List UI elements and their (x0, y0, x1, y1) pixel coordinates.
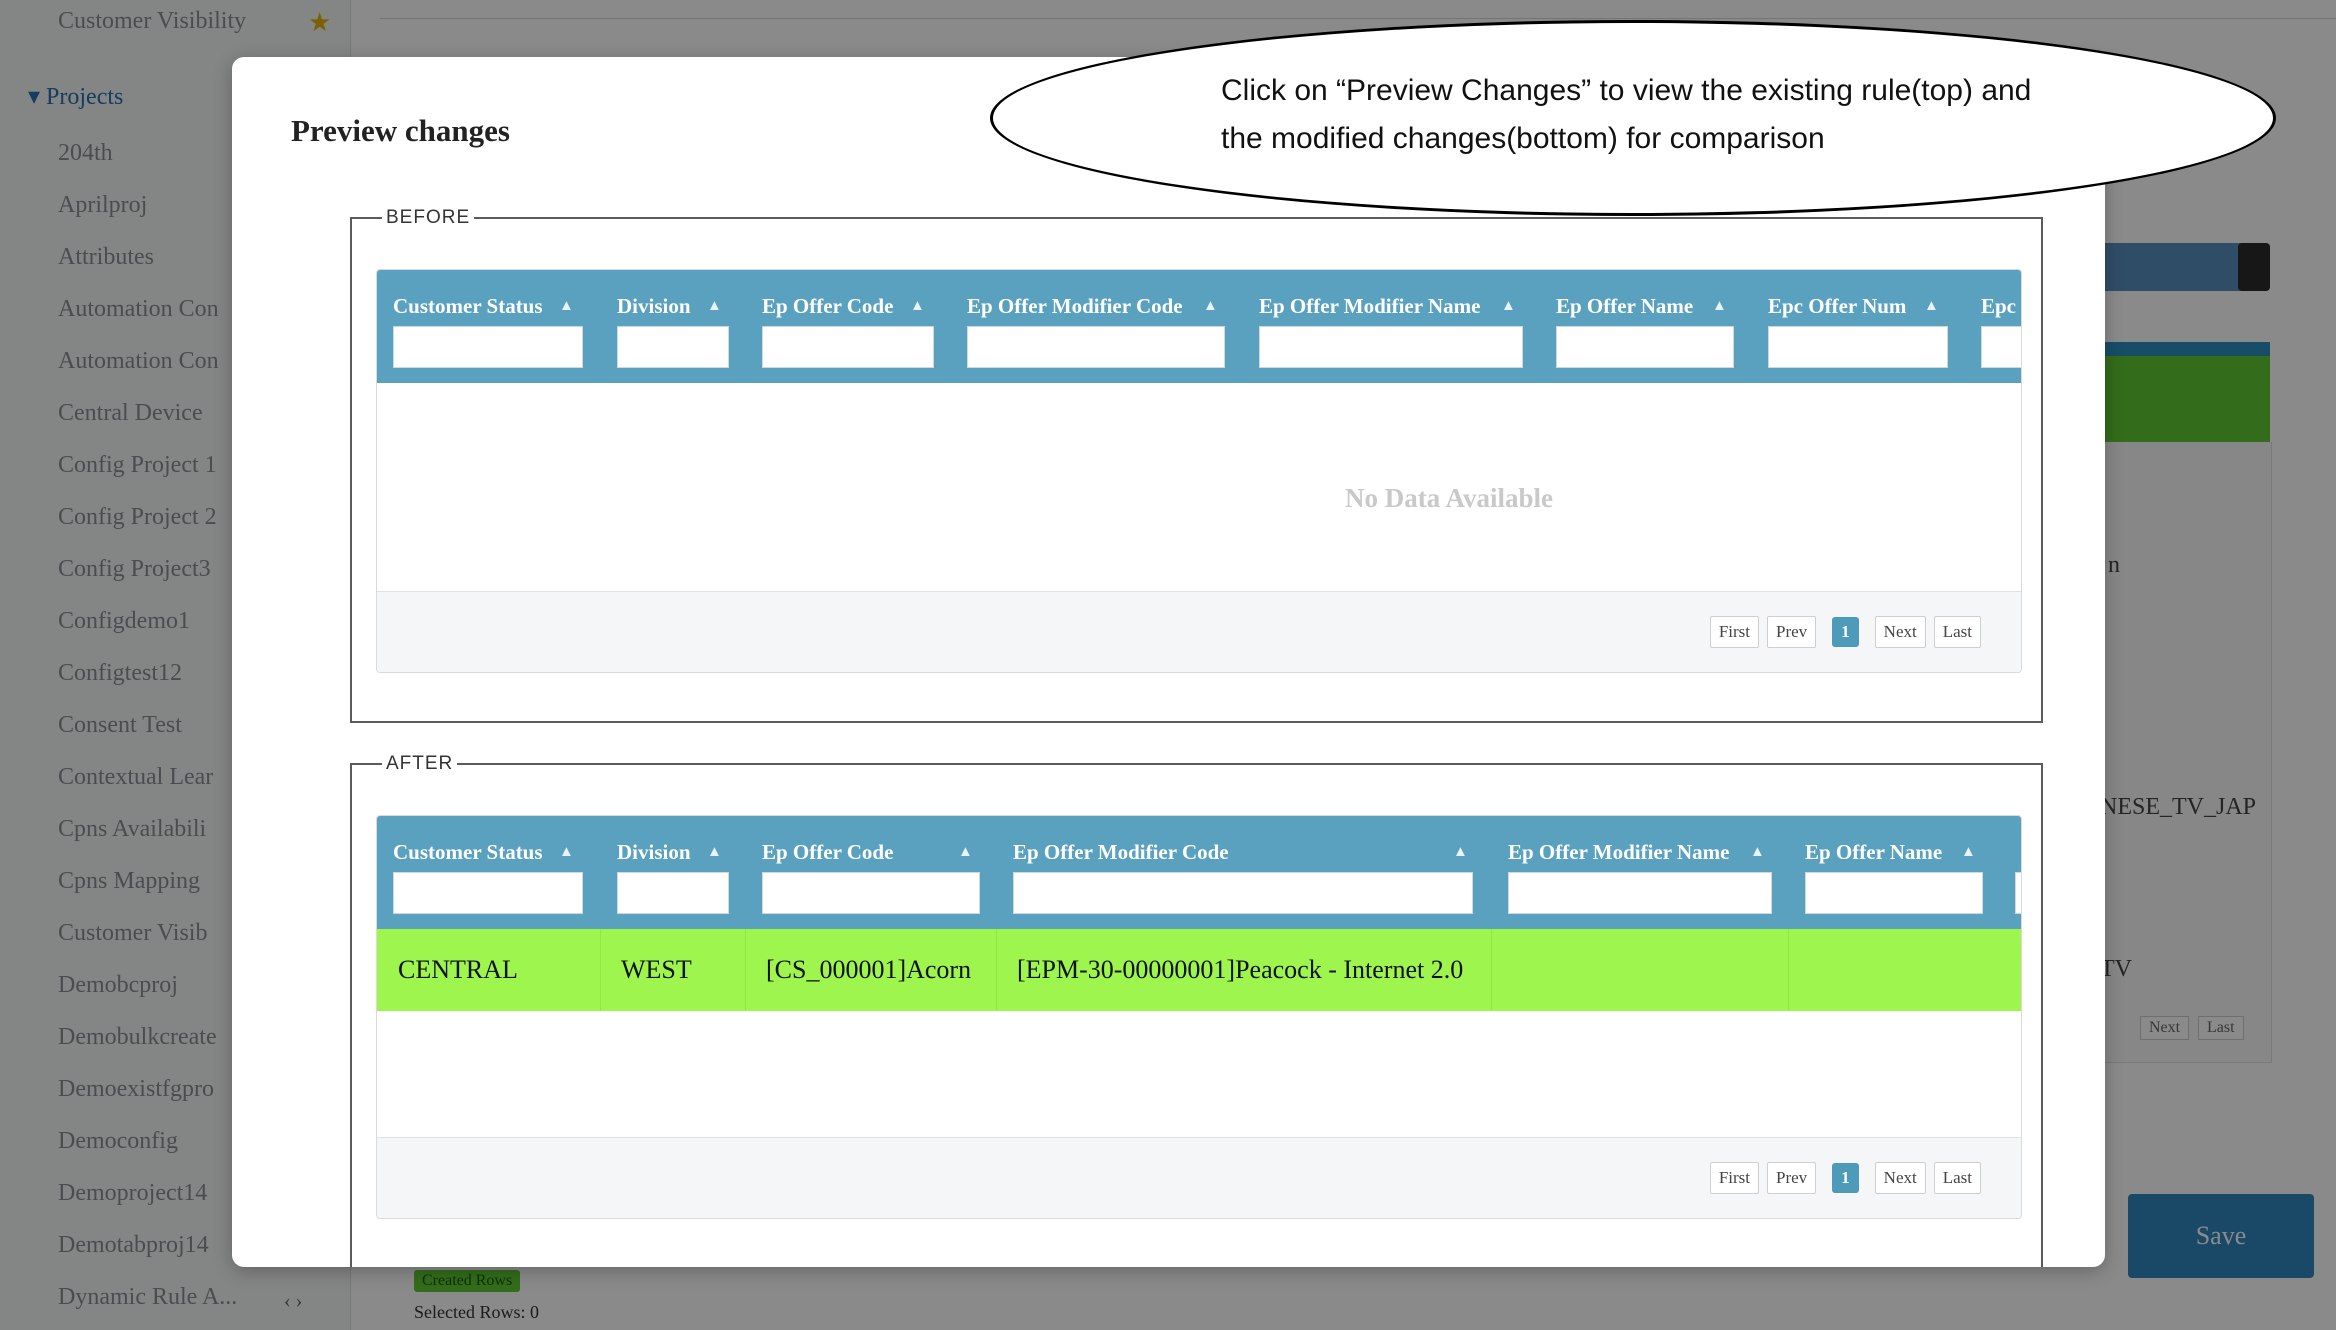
cell-ep-offer-code: [CS_000001]Acorn (746, 929, 997, 1011)
filter-input-ep-offer-code[interactable] (762, 872, 980, 914)
cell-ep-offer-modifier-code: [EPM-30-00000001]Peacock - Internet 2.0 (997, 929, 1492, 1011)
column-label: Division (617, 840, 691, 864)
sort-asc-icon[interactable]: ▲ (910, 294, 925, 319)
filter-input-next-column[interactable] (2015, 872, 2021, 914)
after-grid: Customer Status ▲ Division ▲ Ep Offer Co… (376, 815, 2022, 1219)
cell-ep-offer-modifier-name (1492, 929, 1789, 1011)
sort-asc-icon[interactable]: ▲ (1712, 294, 1727, 319)
column-label: Ep Offer Code (762, 294, 894, 318)
annotation-line: Click on “Preview Changes” to view the e… (1221, 74, 2032, 107)
filter-input-ep-offer-name[interactable] (1805, 872, 1983, 914)
cell-customer-status: CENTRAL (377, 929, 601, 1011)
after-section: AFTER Customer Status ▲ Division ▲ Ep Of… (350, 753, 2043, 1267)
column-customer-status[interactable]: Customer Status ▲ (393, 816, 583, 929)
cell-division: WEST (601, 929, 746, 1011)
before-legend: BEFORE (386, 207, 471, 228)
before-grid-footer: First Prev 1 Next Last (377, 591, 2021, 672)
sort-asc-icon[interactable]: ▲ (707, 294, 722, 319)
column-ep-offer-modifier-name[interactable]: Ep Offer Modifier Name ▲ (1259, 270, 1523, 383)
column-label: Customer Status (393, 840, 543, 864)
annotation-text: Click on “Preview Changes” to view the e… (1221, 67, 2121, 163)
pager-first-button[interactable]: First (1709, 616, 1759, 648)
column-label: Epc Offer Num (1768, 294, 1907, 318)
after-grid-footer: First Prev 1 Next Last (377, 1137, 2021, 1218)
filter-input-ep-offer-modifier-name[interactable] (1259, 326, 1523, 368)
after-grid-header: Customer Status ▲ Division ▲ Ep Offer Co… (377, 816, 2021, 929)
filter-input-ep-offer-modifier-code[interactable] (967, 326, 1225, 368)
sort-asc-icon[interactable]: ▲ (707, 840, 722, 865)
before-pagination: First Prev 1 Next Last (1702, 615, 1981, 649)
column-ep-offer-modifier-code[interactable]: Ep Offer Modifier Code ▲ (967, 270, 1225, 383)
column-label: Ep Offer Name (1805, 840, 1943, 864)
sort-asc-icon[interactable]: ▲ (1203, 294, 1218, 319)
column-ep-offer-code[interactable]: Ep Offer Code ▲ (762, 816, 980, 929)
pager-first-button[interactable]: First (1709, 1162, 1759, 1194)
pager-last-button[interactable]: Last (1933, 1162, 1981, 1194)
column-ep-offer-name[interactable]: Ep Offer Name ▲ (1805, 816, 1983, 929)
sort-asc-icon[interactable]: ▲ (1961, 840, 1976, 865)
before-grid-header: Customer Status ▲ Division ▲ Ep Offer Co… (377, 270, 2021, 383)
column-ep-offer-name[interactable]: Ep Offer Name ▲ (1556, 270, 1734, 383)
column-label: Customer Status (393, 294, 543, 318)
column-label: Epc (1981, 294, 2017, 318)
before-grid: Customer Status ▲ Division ▲ Ep Offer Co… (376, 269, 2022, 673)
pager-page-1[interactable]: 1 (1832, 617, 1859, 647)
sort-asc-icon[interactable]: ▲ (1501, 294, 1516, 319)
filter-input-ep-offer-modifier-code[interactable] (1013, 872, 1473, 914)
table-row[interactable]: CENTRAL WEST [CS_000001]Acorn [EPM-30-00… (377, 929, 2021, 1011)
filter-input-ep-offer-code[interactable] (762, 326, 934, 368)
after-grid-body: CENTRAL WEST [CS_000001]Acorn [EPM-30-00… (377, 929, 2021, 1137)
cell-ep-offer-name (1789, 929, 2021, 1011)
filter-input-epc-offer-num[interactable] (1768, 326, 1948, 368)
column-label: Ep Offer Modifier Name (1508, 840, 1730, 864)
after-pagination: First Prev 1 Next Last (1702, 1161, 1981, 1195)
preview-changes-modal: Preview changes BEFORE Customer Status ▲… (232, 57, 2105, 1267)
column-epc-truncated[interactable]: Epc (1981, 270, 2021, 383)
no-data-message: No Data Available (1345, 483, 1553, 513)
sort-asc-icon[interactable]: ▲ (559, 840, 574, 865)
column-epc-offer-num[interactable]: Epc Offer Num ▲ (1768, 270, 1948, 383)
modal-title: Preview changes (291, 113, 510, 148)
sort-asc-icon[interactable]: ▲ (559, 294, 574, 319)
pager-prev-button[interactable]: Prev (1767, 616, 1817, 648)
before-section: BEFORE Customer Status ▲ Division ▲ Ep O… (350, 207, 2043, 723)
filter-input-ep-offer-name[interactable] (1556, 326, 1734, 368)
annotation-line: the modified changes(bottom) for compari… (1221, 122, 1825, 155)
annotation-callout: Click on “Preview Changes” to view the e… (990, 20, 2276, 216)
column-next-truncated (2015, 816, 2021, 929)
filter-input-ep-offer-modifier-name[interactable] (1508, 872, 1772, 914)
filter-input-division[interactable] (617, 872, 729, 914)
pager-prev-button[interactable]: Prev (1767, 1162, 1817, 1194)
sort-asc-icon[interactable]: ▲ (1924, 294, 1939, 319)
column-ep-offer-code[interactable]: Ep Offer Code ▲ (762, 270, 934, 383)
before-grid-body: No Data Available (377, 383, 2021, 591)
pager-last-button[interactable]: Last (1933, 616, 1981, 648)
column-customer-status[interactable]: Customer Status ▲ (393, 270, 583, 383)
filter-input-customer-status[interactable] (393, 326, 583, 368)
column-label: Ep Offer Modifier Name (1259, 294, 1481, 318)
pager-next-button[interactable]: Next (1874, 616, 1926, 648)
filter-input-division[interactable] (617, 326, 729, 368)
after-legend: AFTER (386, 753, 454, 774)
column-label: Ep Offer Code (762, 840, 894, 864)
column-division[interactable]: Division ▲ (617, 270, 729, 383)
column-label: Ep Offer Name (1556, 294, 1694, 318)
sort-asc-icon[interactable]: ▲ (958, 840, 973, 865)
column-label: Ep Offer Modifier Code (967, 294, 1183, 318)
pager-next-button[interactable]: Next (1874, 1162, 1926, 1194)
filter-input-customer-status[interactable] (393, 872, 583, 914)
sort-asc-icon[interactable]: ▲ (1453, 840, 1468, 865)
column-label: Division (617, 294, 691, 318)
column-ep-offer-modifier-code[interactable]: Ep Offer Modifier Code ▲ (1013, 816, 1473, 929)
column-division[interactable]: Division ▲ (617, 816, 729, 929)
column-ep-offer-modifier-name[interactable]: Ep Offer Modifier Name ▲ (1508, 816, 1772, 929)
filter-input-epc[interactable] (1981, 326, 2021, 368)
pager-page-1[interactable]: 1 (1832, 1163, 1859, 1193)
sort-asc-icon[interactable]: ▲ (1750, 840, 1765, 865)
column-label: Ep Offer Modifier Code (1013, 840, 1229, 864)
